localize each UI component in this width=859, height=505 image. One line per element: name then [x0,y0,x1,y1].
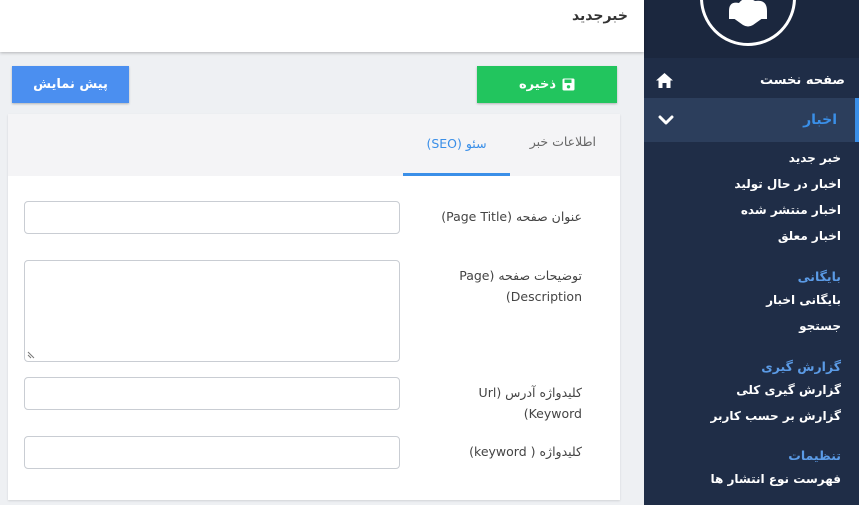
sidebar-item-news[interactable]: اخبار [644,98,859,142]
preview-button[interactable]: پیش نمایش [12,66,129,103]
sidebar-item-published[interactable]: اخبار منتشر شده [741,203,841,217]
url-keyword-field[interactable] [24,377,400,410]
sidebar-item-in-production[interactable]: اخبار در حال تولید [734,177,841,191]
sidebar-item-publish-types[interactable]: فهرست نوع انتشار ها [711,472,841,486]
page-title: خبرجدید [571,8,628,24]
tab-seo[interactable]: سئو (SEO) [403,114,510,176]
page-description-label: توضیحات صفحه (Page Description) [459,268,582,304]
logo-area [644,0,859,58]
sidebar-item-new-news[interactable]: خبر جدید [789,151,841,165]
page-title-field[interactable] [24,201,400,234]
sidebar-item-news-archive[interactable]: بایگانی اخبار [766,293,841,307]
page-title-label: عنوان صفحه (Page Title) [441,209,582,224]
url-keyword-input[interactable] [25,378,399,409]
url-keyword-label: کلیدواژه آدرس (Url Keyword) [478,385,582,421]
keyword-field[interactable] [24,436,400,469]
floppy-disk-icon [562,78,575,91]
page-description-field[interactable] [24,260,400,362]
tab-bar: اطلاعات خبر سئو (SEO) [8,114,620,176]
page-title-input[interactable] [25,202,399,233]
sidebar-item-home[interactable]: صفحه نخست [644,62,859,98]
page-header: خبرجدید [0,0,644,52]
page-description-textarea[interactable] [25,261,399,361]
keyword-input[interactable] [25,437,399,468]
resize-handle-icon[interactable] [27,351,35,359]
sidebar-item-label: اخبار [803,112,837,128]
save-button[interactable]: ذخیره [477,66,617,103]
news-form-card: اطلاعات خبر سئو (SEO) عنوان صفحه (Page T… [8,114,620,500]
logo [700,0,796,46]
chevron-down-icon [658,115,674,125]
cloud-icon [729,0,767,27]
sidebar-section-archive: بایگانی [797,269,841,284]
sidebar-item-search[interactable]: جستجو [799,319,841,333]
tab-news-info[interactable]: اطلاعات خبر [530,134,596,149]
sidebar: صفحه نخست اخبار خبر جدید اخبار در حال تو… [644,0,859,505]
sidebar-item-general-report[interactable]: گزارش گیری کلی [736,383,841,397]
sidebar-section-reports: گزارش گیری [761,359,841,374]
keyword-label: کلیدواژه ( keyword) [469,444,582,459]
sidebar-section-settings: تنظیمات [788,448,841,463]
sidebar-item-label: صفحه نخست [760,72,845,88]
sidebar-item-user-report[interactable]: گزارش بر حسب کاربر [711,409,841,423]
sidebar-item-suspended[interactable]: اخبار معلق [778,229,841,243]
save-button-label: ذخیره [518,77,557,92]
home-icon [656,72,673,88]
